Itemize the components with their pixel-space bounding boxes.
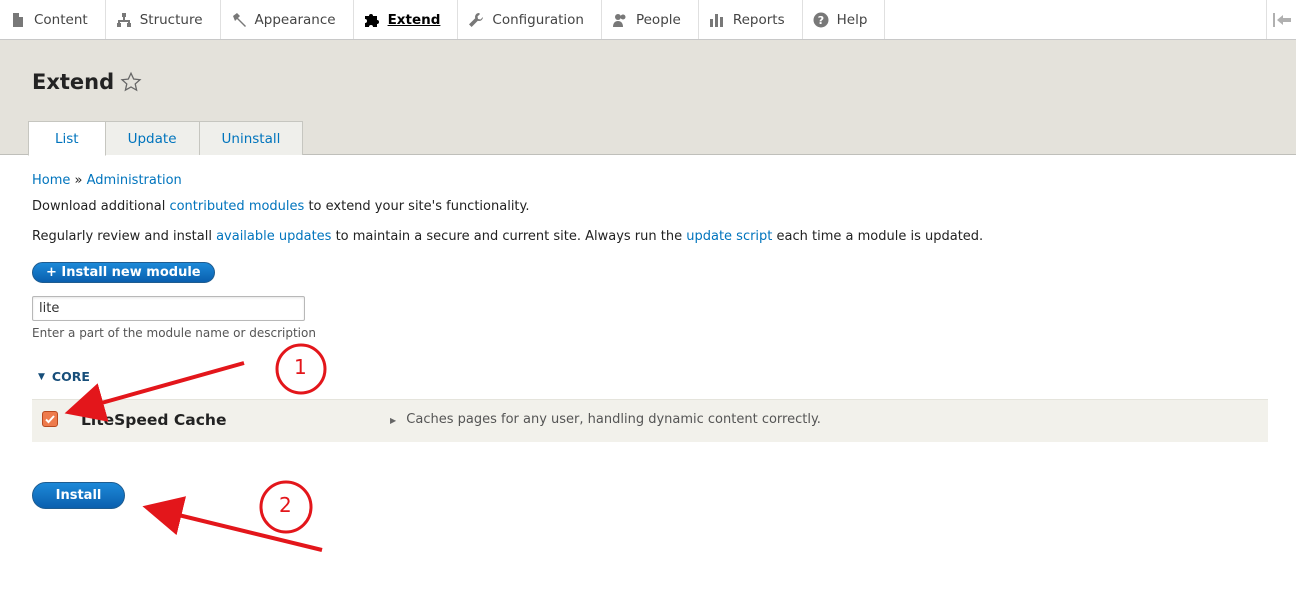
module-checkbox[interactable] (42, 411, 58, 427)
breadcrumb-separator: » (74, 173, 83, 188)
toolbar-item-reports[interactable]: Reports (699, 0, 803, 39)
wrench-paint-icon (232, 12, 246, 27)
page-header: Extend List Update Uninstall (0, 40, 1296, 156)
filter-description: Enter a part of the module name or descr… (32, 326, 316, 340)
toolbar-collapse-button[interactable] (1266, 0, 1296, 39)
help-icon: ? (813, 12, 829, 27)
intro-paragraph-1: Download additional contributed modules … (32, 199, 530, 214)
step-2-arrow (142, 496, 323, 552)
intro-text: Regularly review and install (32, 229, 217, 244)
core-group-toggle[interactable]: ▼ CORE (38, 369, 90, 384)
bar-chart-icon (709, 13, 723, 27)
page-title: Extend (32, 70, 115, 94)
breadcrumb-administration-link[interactable]: Administration (87, 173, 182, 188)
install-new-module-button[interactable]: + Install new module (32, 262, 215, 283)
toolbar-item-content[interactable]: Content (0, 0, 106, 39)
toolbar-item-label: Structure (139, 11, 203, 28)
toolbar-item-help[interactable]: ? Help (803, 0, 886, 39)
intro-text: to extend your site's functionality. (304, 199, 530, 214)
contributed-modules-link[interactable]: contributed modules (169, 199, 304, 214)
breadcrumb-home-link[interactable]: Home (32, 173, 70, 188)
file-icon (13, 12, 23, 27)
tab-uninstall[interactable]: Uninstall (199, 121, 304, 155)
triangle-right-icon: ▶ (390, 416, 397, 425)
step-2-number: 2 (279, 493, 292, 517)
toolbar-item-label: Reports (732, 11, 785, 28)
intro-text: Download additional (32, 199, 170, 214)
breadcrumb: Home » Administration (32, 173, 182, 188)
shortcut-star-icon[interactable] (120, 71, 142, 93)
wrench-icon (469, 12, 484, 27)
module-description-toggle[interactable]: ▶ Caches pages for any user, handling dy… (390, 412, 821, 427)
module-row: LiteSpeed Cache ▶ Caches pages for any u… (32, 399, 1268, 442)
toolbar-item-label: Help (836, 11, 868, 28)
module-description: Caches pages for any user, handling dyna… (406, 412, 821, 427)
primary-tabs: List Update Uninstall (28, 121, 304, 156)
people-icon (612, 13, 626, 27)
triangle-down-icon: ▼ (38, 371, 45, 382)
collapse-toolbar-icon (1272, 12, 1291, 27)
toolbar-item-label: Extend (387, 11, 441, 28)
update-script-link[interactable]: update script (686, 229, 772, 244)
toolbar-item-label: Appearance (254, 11, 336, 28)
sitemap-icon (116, 12, 131, 27)
intro-paragraph-2: Regularly review and install available u… (32, 229, 983, 244)
toolbar-item-label: Configuration (492, 11, 584, 28)
available-updates-link[interactable]: available updates (216, 229, 331, 244)
step-1-number: 1 (294, 355, 307, 379)
intro-text: to maintain a secure and current site. A… (331, 229, 687, 244)
tab-list[interactable]: List (28, 121, 106, 156)
module-name: LiteSpeed Cache (81, 411, 227, 429)
toolbar-item-people[interactable]: People (602, 0, 699, 39)
svg-text:?: ? (817, 14, 823, 27)
core-group-label: CORE (51, 369, 90, 384)
toolbar-item-appearance[interactable]: Appearance (221, 0, 354, 39)
toolbar-item-label: Content (34, 11, 88, 28)
toolbar-item-extend[interactable]: Extend (354, 0, 459, 39)
intro-text: each time a module is updated. (772, 229, 984, 244)
checkmark-icon (45, 415, 55, 424)
module-filter-input[interactable] (32, 296, 305, 321)
install-button[interactable]: Install (32, 482, 125, 509)
toolbar-item-configuration[interactable]: Configuration (458, 0, 602, 39)
toolbar-item-structure[interactable]: Structure (106, 0, 221, 39)
puzzle-icon (364, 13, 379, 27)
admin-toolbar: Content Structure Appearance Extend Conf… (0, 0, 1296, 40)
toolbar-item-label: People (635, 11, 681, 28)
tab-update[interactable]: Update (105, 121, 200, 155)
